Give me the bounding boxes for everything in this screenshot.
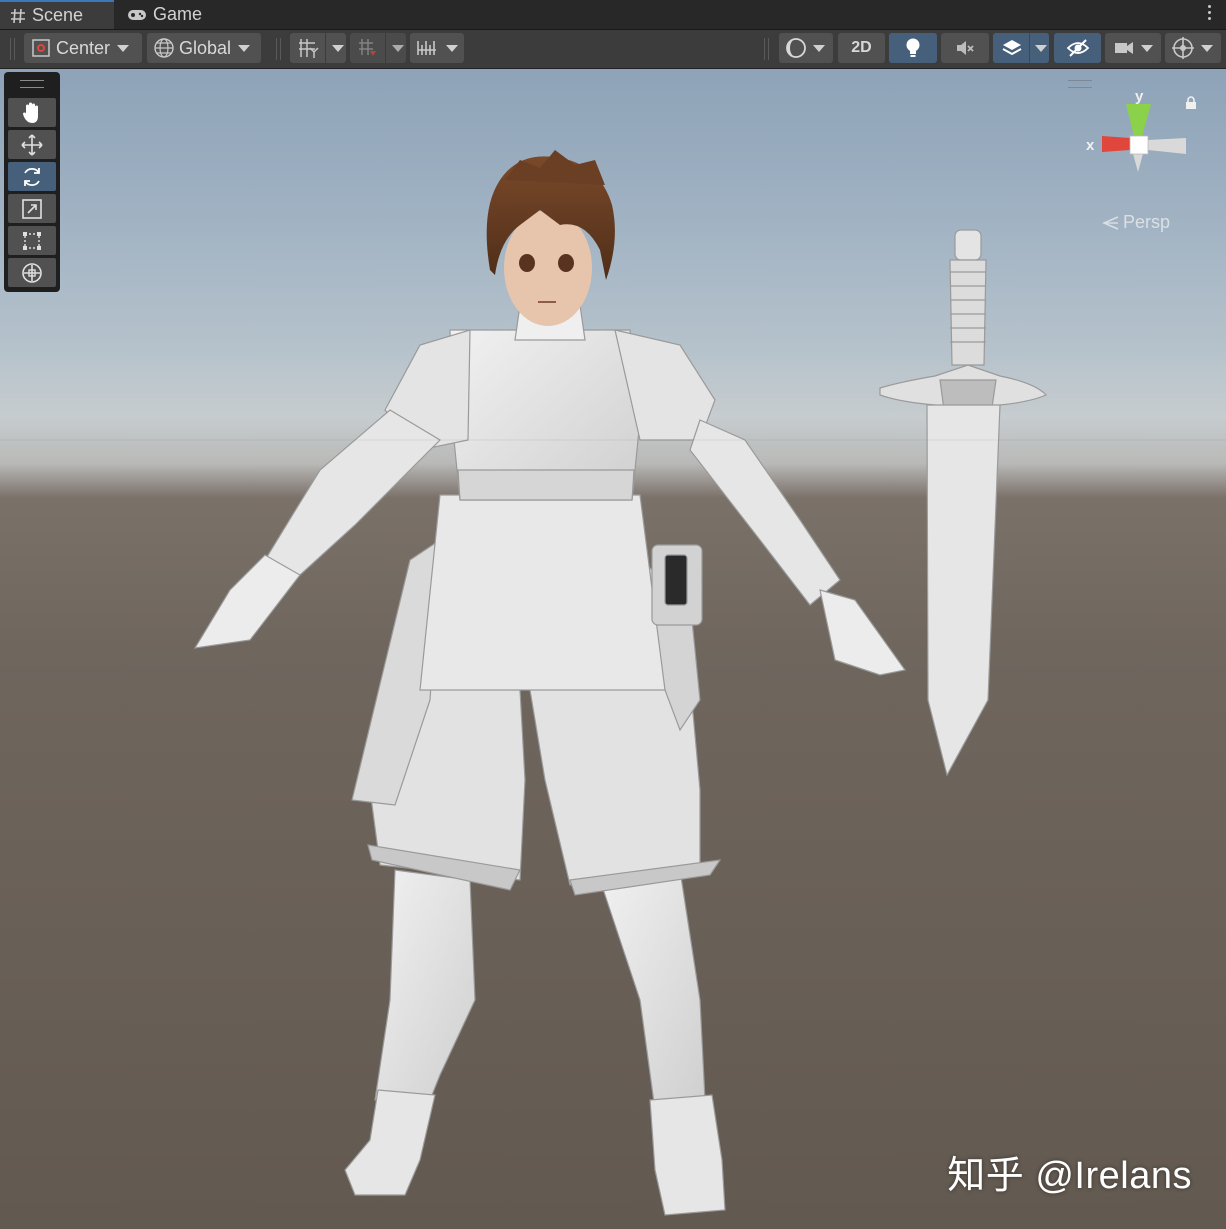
grid-snap-icon — [297, 37, 319, 59]
tools-drag-handle-icon[interactable] — [20, 80, 44, 88]
more-options-icon[interactable] — [1208, 5, 1212, 23]
toolbar-grip-icon[interactable] — [276, 38, 281, 60]
projection-label: Persp — [1123, 212, 1171, 232]
space-mode-dropdown[interactable]: Global — [147, 33, 261, 63]
grid-snap-dropdown[interactable] — [290, 33, 346, 63]
gizmo-x-axis[interactable] — [1102, 136, 1130, 152]
increment-snap-icon — [357, 37, 379, 59]
gizmo-center-cube[interactable] — [1129, 135, 1149, 155]
scene-effects-dropdown[interactable] — [993, 33, 1049, 63]
move-tool-button[interactable] — [8, 130, 56, 159]
scale-tool-button[interactable] — [8, 194, 56, 223]
scene-toolbar: Center Global 2D — [0, 30, 1226, 69]
chevron-down-icon — [813, 44, 825, 52]
ruler-snap-dropdown[interactable] — [410, 33, 464, 63]
orientation-gizmo[interactable]: y x — [1080, 86, 1200, 201]
eye-hidden-icon — [1066, 37, 1090, 59]
hash-grid-icon — [10, 8, 26, 24]
rect-tool-button[interactable] — [8, 226, 56, 255]
tools-overlay — [4, 72, 60, 292]
pivot-mode-label: Center — [56, 37, 111, 58]
tab-scene-label: Scene — [32, 5, 84, 25]
toggle-2d-button[interactable]: 2D — [838, 33, 885, 63]
rect-transform-icon — [20, 229, 44, 253]
pivot-mode-dropdown[interactable]: Center — [24, 33, 142, 63]
light-bulb-icon — [904, 37, 922, 59]
transform-tool-button[interactable] — [8, 258, 56, 287]
scene-viewport[interactable]: y x Persp 知乎 @Irelans — [0, 69, 1226, 1229]
effects-layers-icon — [1001, 37, 1023, 59]
camera-icon — [1113, 37, 1135, 59]
gizmo-lock-icon[interactable] — [1185, 96, 1197, 115]
gizmo-neg-x-axis[interactable] — [1148, 138, 1186, 154]
chevron-down-icon — [332, 44, 344, 52]
chevron-down-icon — [1035, 44, 1047, 52]
gizmo-y-label: y — [1135, 88, 1144, 105]
gizmo-x-label: x — [1086, 137, 1095, 154]
hand-tool-button[interactable] — [8, 98, 56, 127]
tab-bar: Scene Game — [0, 0, 1226, 30]
shaded-sphere-icon — [785, 37, 807, 59]
rotate-icon — [20, 165, 44, 189]
increment-snap-dropdown[interactable] — [350, 33, 406, 63]
scene-visibility-toggle[interactable] — [1054, 33, 1101, 63]
projection-toggle[interactable]: Persp — [1102, 212, 1170, 233]
toolbar-grip-icon[interactable] — [10, 38, 15, 60]
scene-lighting-toggle[interactable] — [889, 33, 937, 63]
gizmo-y-axis[interactable] — [1126, 104, 1151, 136]
gizmo-sphere-icon — [1171, 36, 1195, 60]
toggle-2d-label: 2D — [851, 39, 872, 56]
draw-mode-dropdown[interactable] — [779, 33, 833, 63]
move-arrows-icon — [20, 133, 44, 157]
sword-model[interactable] — [879, 229, 1048, 777]
globe-icon — [153, 37, 175, 59]
chevron-down-icon — [1141, 44, 1153, 52]
tab-game[interactable]: Game — [127, 0, 247, 29]
scene-3d-render[interactable] — [0, 69, 1226, 1229]
perspective-icon — [1102, 215, 1120, 230]
scale-icon — [20, 197, 44, 221]
chevron-down-icon — [238, 44, 251, 52]
character-model[interactable] — [193, 304, 907, 1216]
tab-game-label: Game — [153, 4, 203, 24]
tab-scene[interactable]: Scene — [0, 0, 114, 29]
audio-muted-icon — [954, 37, 976, 59]
chevron-down-icon — [117, 44, 130, 52]
transform-icon — [20, 261, 44, 285]
ruler-icon — [416, 37, 440, 59]
scene-camera-dropdown[interactable] — [1105, 33, 1161, 63]
space-mode-label: Global — [179, 37, 232, 58]
chevron-down-icon — [446, 44, 458, 52]
toolbar-grip-icon[interactable] — [764, 38, 769, 60]
gamepad-icon — [127, 8, 147, 22]
character-head[interactable] — [486, 150, 615, 326]
rotate-tool-button[interactable] — [8, 162, 56, 191]
chevron-down-icon — [1201, 44, 1213, 52]
scene-audio-toggle[interactable] — [941, 33, 989, 63]
pivot-center-icon — [31, 38, 51, 58]
unity-scene-window: Scene Game Center Global 2D y x Persp 知乎… — [0, 0, 1226, 1229]
hand-icon — [21, 101, 43, 125]
chevron-down-icon — [392, 44, 404, 52]
gizmos-dropdown[interactable] — [1165, 33, 1221, 63]
watermark-text: 知乎 @Irelans — [947, 1155, 1192, 1197]
